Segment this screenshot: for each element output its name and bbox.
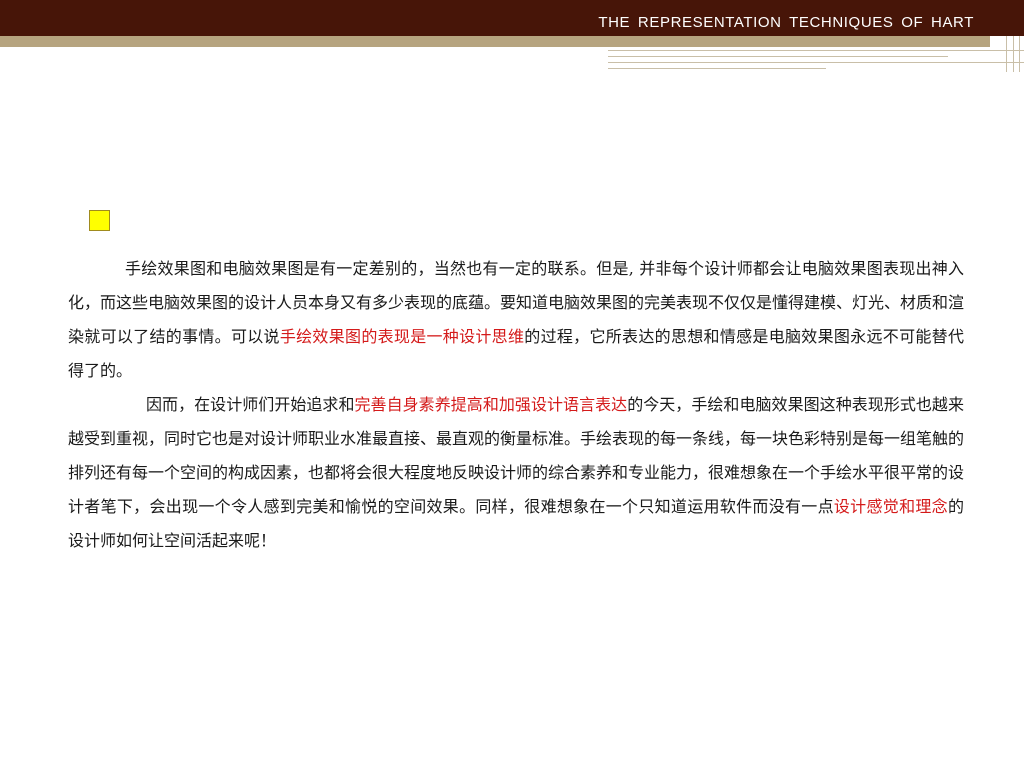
paragraph-2: 因而，在设计师们开始追求和完善自身素养提高和加强设计语言表达的今天，手绘和电脑效…	[68, 395, 965, 550]
decorative-line	[608, 56, 948, 57]
decorative-line	[608, 62, 1024, 63]
body-text: 手绘效果图和电脑效果图是有一定差别的，当然也有一定的联系。但是, 并非每个设计师…	[68, 252, 964, 558]
decorative-line	[1006, 36, 1007, 72]
square-bullet-icon	[89, 210, 110, 231]
decorative-line	[608, 50, 1024, 51]
header-accent-band	[0, 36, 990, 47]
decorative-line	[1013, 36, 1014, 72]
decorative-line	[1019, 36, 1020, 72]
header-title: THE REPRESENTATION TECHNIQUES OF HART	[598, 14, 974, 31]
paragraph-1: 手绘效果图和电脑效果图是有一定差别的，当然也有一定的联系。但是, 并非每个设计师…	[68, 259, 965, 380]
highlighted-phrase: 设计感觉和理念	[833, 497, 948, 516]
highlighted-phrase: 完善自身素养提高和加强设计语言表达	[354, 395, 628, 414]
header-bar: THE REPRESENTATION TECHNIQUES OF HART	[0, 0, 1024, 36]
decorative-line	[608, 68, 826, 69]
highlighted-phrase: 手绘效果图的表现是一种设计思维	[279, 327, 525, 346]
